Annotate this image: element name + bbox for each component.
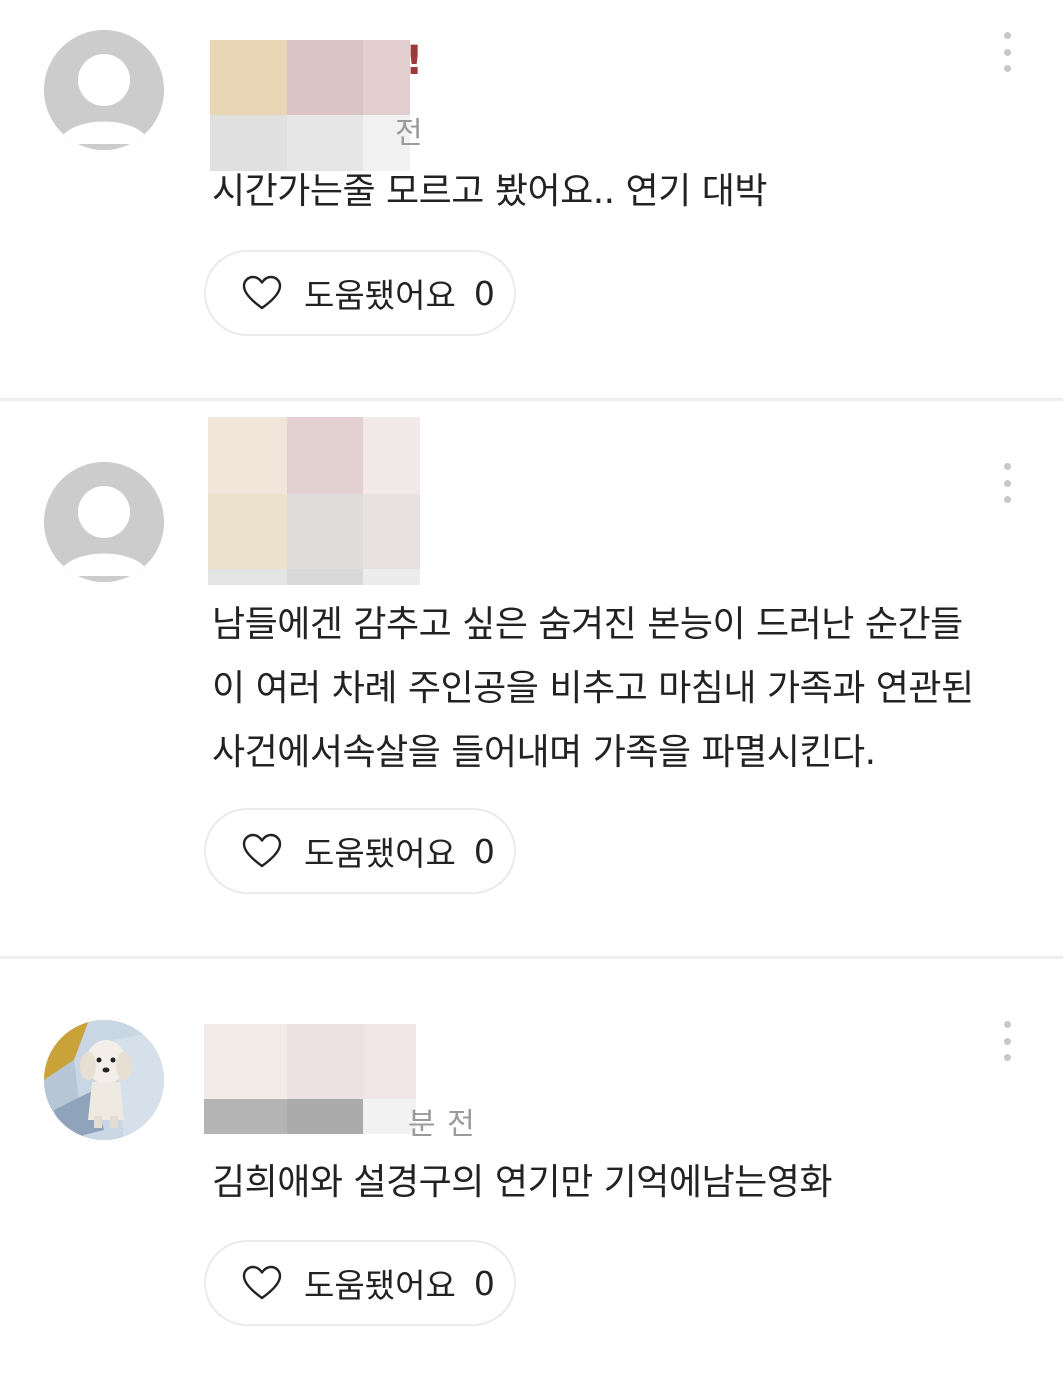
helpful-button[interactable]: 도움됐어요 0 — [204, 1240, 516, 1326]
more-vertical-icon — [1003, 32, 1011, 39]
helpful-label: 도움됐어요 — [304, 276, 456, 315]
helpful-label: 도움됐어요 — [304, 1266, 456, 1305]
more-vertical-icon — [1003, 1021, 1011, 1028]
author-name-blurred — [208, 417, 420, 585]
review-time: 전 — [395, 116, 424, 151]
dog-photo-avatar[interactable] — [44, 1020, 164, 1140]
review-text: 시간가는줄 모르고 봤어요.. 연기 대박 — [212, 171, 767, 212]
author-name-blurred — [210, 40, 410, 171]
helpful-count: 0 — [473, 831, 495, 871]
heart-outline-icon — [242, 1265, 282, 1300]
more-options-button[interactable] — [992, 1021, 1022, 1061]
helpful-label: 도움됐어요 — [304, 834, 456, 873]
review-item: 남들에겐 감추고 싶은 숨겨진 본능이 드러난 순간들 이 여러 차례 주인공을… — [0, 401, 1063, 957]
default-user-icon[interactable] — [44, 462, 164, 582]
review-time: 분 전 — [408, 1107, 476, 1142]
more-options-button[interactable] — [992, 32, 1022, 72]
helpful-count: 0 — [473, 273, 495, 313]
author-name-fragment: ! — [405, 38, 424, 84]
heart-outline-icon — [242, 833, 282, 868]
review-text: 김희애와 설경구의 연기만 기억에남는영화 — [212, 1162, 833, 1203]
helpful-button[interactable]: 도움됐어요 0 — [204, 808, 516, 894]
review-item: 분 전 김희애와 설경구의 연기만 기억에남는영화 도움됐어요 0 — [0, 959, 1063, 1384]
review-item: ! 전 시간가는줄 모르고 봤어요.. 연기 대박 도움됐어요 0 — [0, 0, 1063, 400]
more-vertical-icon — [1003, 463, 1011, 470]
helpful-count: 0 — [473, 1263, 495, 1303]
heart-outline-icon — [242, 275, 282, 310]
default-user-icon[interactable] — [44, 30, 164, 150]
more-options-button[interactable] — [992, 463, 1022, 503]
review-text: 남들에겐 감추고 싶은 숨겨진 본능이 드러난 순간들 이 여러 차례 주인공을… — [212, 604, 974, 773]
helpful-button[interactable]: 도움됐어요 0 — [204, 250, 516, 336]
author-name-blurred — [204, 1024, 416, 1134]
